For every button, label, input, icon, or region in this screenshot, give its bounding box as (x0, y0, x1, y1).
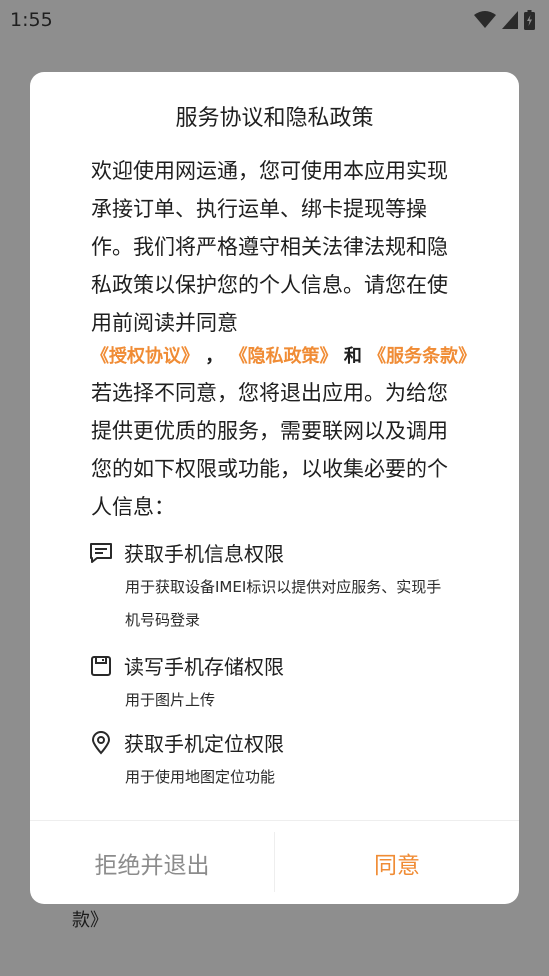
message-icon (88, 540, 114, 566)
permission-desc: 用于使用地图定位功能 (125, 768, 276, 786)
agreement-links: 《授权协议》 ， 《隐私政策》 和 《服务条款》 (91, 342, 476, 372)
agree-button[interactable]: 同意 (275, 822, 519, 904)
auth-agreement-link[interactable]: 《授权协议》 (91, 346, 199, 367)
links-separator: ， (205, 346, 224, 367)
footer-divider (30, 820, 519, 821)
status-bar: 1:55 (0, 0, 549, 40)
service-terms-link[interactable]: 《服务条款》 (368, 346, 476, 367)
signal-icon (502, 11, 518, 29)
permission-desc: 用于图片上传 (125, 691, 216, 709)
links-and: 和 (343, 346, 362, 367)
agreement-dialog: 服务协议和隐私政策 欢迎使用网运通，您可使用本应用实现承接订单、执行运单、绑卡提… (30, 72, 519, 904)
location-icon (88, 730, 114, 756)
permission-item-location: 获取手机定位权限 用于使用地图定位功能 (88, 728, 468, 794)
reject-and-exit-button[interactable]: 拒绝并退出 (30, 822, 274, 904)
status-time: 1:55 (10, 9, 53, 31)
wifi-icon (474, 11, 496, 28)
permission-title: 获取手机定位权限 (124, 732, 284, 756)
dialog-permissions-intro: 若选择不同意，您将退出应用。为给您提供更优质的服务，需要联网以及调用您的如下权限… (91, 381, 448, 519)
permission-title: 获取手机信息权限 (124, 542, 284, 566)
dialog-intro-text: 欢迎使用网运通，您可使用本应用实现承接订单、执行运单、绑卡提现等操作。我们将严格… (91, 159, 448, 335)
permission-item-phone-info: 获取手机信息权限 用于获取设备IMEI标识以提供对应服务、实现手机号码登录 (88, 538, 468, 637)
save-icon (88, 653, 114, 679)
status-icons (474, 10, 535, 30)
permission-item-storage: 读写手机存储权限 用于图片上传 (88, 651, 468, 717)
dialog-title: 服务协议和隐私政策 (175, 106, 374, 131)
battery-icon (524, 10, 535, 30)
privacy-policy-link[interactable]: 《隐私政策》 (230, 346, 338, 367)
background-text: 款》 (72, 910, 108, 931)
permission-title: 读写手机存储权限 (124, 655, 284, 679)
permission-desc: 用于获取设备IMEI标识以提供对应服务、实现手机号码登录 (125, 578, 442, 629)
